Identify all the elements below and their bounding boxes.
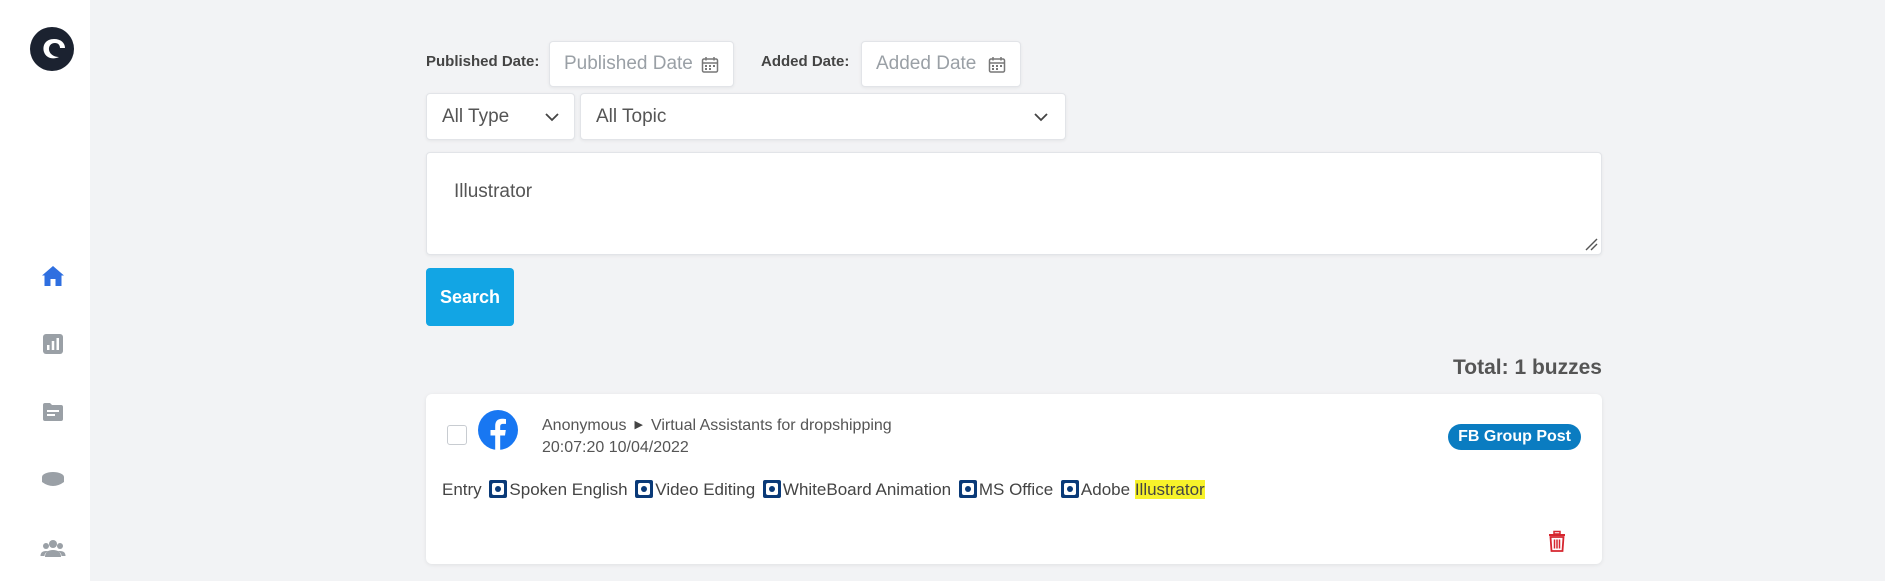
search-query: Illustrator — [454, 181, 533, 202]
calendar-icon — [701, 57, 719, 73]
trash-icon[interactable] — [1546, 530, 1568, 552]
author-name[interactable]: Anonymous — [542, 417, 627, 434]
tag-item: WhiteBoard Animation — [782, 480, 952, 499]
search-textarea[interactable]: Illustrator — [426, 152, 1602, 255]
logo-icon[interactable] — [30, 27, 74, 71]
bullet-icon — [1060, 480, 1079, 498]
facebook-icon — [478, 410, 518, 450]
type-select[interactable]: All Type — [426, 93, 575, 140]
bullet-icon — [635, 480, 654, 498]
published-date-input[interactable]: Published Date — [549, 41, 734, 87]
added-date-placeholder: Added Date — [876, 53, 977, 74]
added-date-label: Added Date: — [761, 53, 850, 70]
content-prefix: Entry — [442, 480, 482, 499]
post-timestamp: 20:07:20 10/04/2022 — [542, 439, 689, 456]
published-date-placeholder: Published Date — [564, 53, 693, 74]
added-date-input[interactable]: Added Date — [861, 41, 1021, 87]
tag-item: Video Editing — [655, 480, 756, 499]
bullet-icon — [489, 480, 508, 498]
post-type-badge: FB Group Post — [1448, 424, 1581, 450]
group-name[interactable]: Virtual Assistants for dropshipping — [651, 417, 892, 434]
result-card: Anonymous ▶ Virtual Assistants for dropshi… — [426, 394, 1602, 564]
topic-select-value: All Topic — [596, 106, 667, 127]
users-icon[interactable] — [40, 535, 66, 561]
tag-item: Spoken English — [509, 480, 628, 499]
select-checkbox[interactable] — [447, 425, 467, 445]
tag-item: MS Office — [978, 480, 1054, 499]
topic-select[interactable]: All Topic — [580, 93, 1066, 140]
folder-icon[interactable] — [40, 399, 66, 425]
resize-grip-icon[interactable] — [1584, 237, 1598, 251]
calendar-icon — [988, 57, 1006, 73]
type-select-value: All Type — [442, 106, 510, 127]
analytics-icon[interactable] — [40, 331, 66, 357]
highlighted-keyword: Illustrator — [1134, 480, 1205, 499]
database-icon[interactable] — [40, 467, 66, 493]
chevron-down-icon — [1034, 113, 1048, 122]
bullet-icon — [958, 480, 977, 498]
search-button[interactable]: Search — [426, 268, 514, 326]
results-total: Total: 1 buzzes — [1453, 356, 1602, 379]
published-date-label: Published Date: — [426, 53, 540, 70]
caret-right-icon: ▶ — [634, 419, 643, 431]
chevron-down-icon — [545, 113, 559, 122]
tag-item: Adobe — [1080, 480, 1131, 499]
sidebar — [0, 0, 90, 581]
post-content: Entry Spoken English Video Editing White… — [442, 480, 1205, 500]
post-author-line: Anonymous ▶ Virtual Assistants for dropshi… — [542, 417, 892, 435]
home-icon[interactable] — [40, 263, 66, 289]
bullet-icon — [762, 480, 781, 498]
